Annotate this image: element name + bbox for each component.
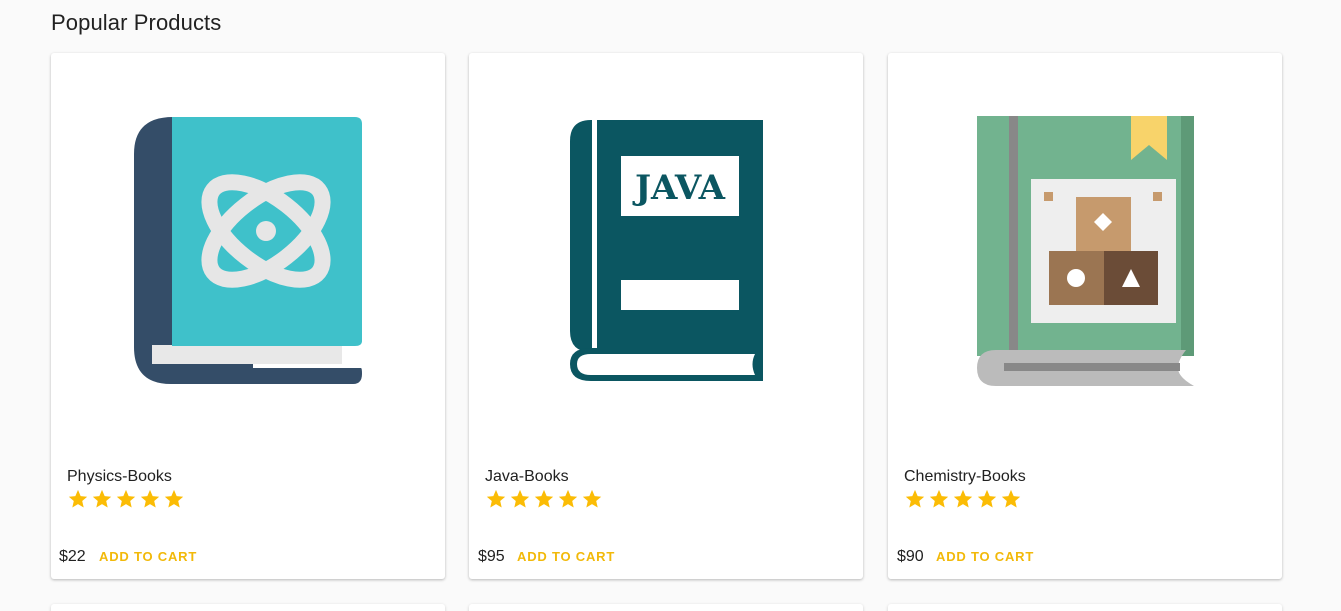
product-price: $95 [478, 548, 505, 565]
star-icon [558, 489, 578, 508]
star-rating [67, 488, 185, 510]
add-to-cart-button[interactable]: ADD TO CART [932, 544, 1038, 570]
star-icon [1001, 489, 1021, 508]
star-icon [92, 489, 112, 508]
chemistry-book-icon [977, 116, 1194, 386]
star-icon [164, 489, 184, 508]
section-title: Popular Products [51, 10, 222, 35]
star-rating [904, 488, 1022, 510]
product-image[interactable]: JAVA [469, 53, 863, 453]
product-card[interactable] [469, 604, 863, 611]
star-icon [905, 489, 925, 508]
product-name[interactable]: Chemistry-Books [904, 468, 1026, 486]
star-icon [510, 489, 530, 508]
product-image[interactable] [888, 53, 1282, 453]
product-card[interactable]: Physics-Books $22 ADD TO CART [51, 53, 445, 579]
java-cover-label: JAVA [632, 168, 726, 208]
star-icon [977, 489, 997, 508]
star-icon [953, 489, 973, 508]
add-to-cart-button[interactable]: ADD TO CART [95, 544, 201, 570]
physics-book-icon [134, 117, 362, 384]
product-name[interactable]: Physics-Books [67, 468, 172, 486]
product-price: $22 [59, 548, 86, 565]
star-icon [116, 489, 136, 508]
star-icon [534, 489, 554, 508]
star-icon [140, 489, 160, 508]
product-card[interactable]: JAVA Java-Books $95 ADD TO CART [469, 53, 863, 579]
star-rating [485, 488, 603, 510]
add-to-cart-button[interactable]: ADD TO CART [513, 544, 619, 570]
product-price: $90 [897, 548, 924, 565]
products-page: Popular Products Physics-Books $22 ADD T… [0, 0, 1341, 611]
product-card[interactable] [51, 604, 445, 611]
product-card[interactable]: Chemistry-Books $90 ADD TO CART [888, 53, 1282, 579]
product-card[interactable] [888, 604, 1282, 611]
product-image[interactable] [51, 53, 445, 453]
star-icon [68, 489, 88, 508]
star-icon [486, 489, 506, 508]
star-icon [582, 489, 602, 508]
product-name[interactable]: Java-Books [485, 468, 569, 486]
java-book-icon: JAVA [570, 120, 763, 381]
star-icon [929, 489, 949, 508]
